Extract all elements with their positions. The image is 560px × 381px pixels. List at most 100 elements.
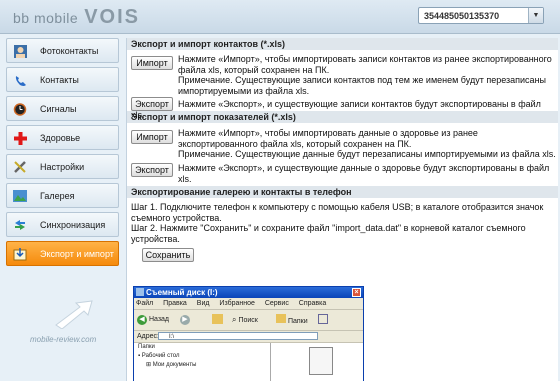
folder-tree-header: Папки — [138, 344, 155, 350]
health-import-desc: Нажмите «Импорт», чтобы импортировать да… — [178, 128, 556, 160]
file-icon[interactable] — [309, 347, 333, 375]
contacts-export-desc-end: xls. — [131, 110, 145, 120]
explorer-body: Папки ▪ Рабочий стол ⊞ Мои документы — [134, 343, 363, 381]
settings-tools-icon — [13, 160, 27, 174]
sidebar-item-label: Сигналы — [40, 104, 77, 114]
forward-arrow-icon: ▶ — [180, 315, 190, 325]
photo-contacts-icon — [13, 44, 27, 58]
main-panel: Экспорт и импорт контактов (*.xls) Импор… — [126, 38, 558, 381]
explorer-window: Съемный диск (I:) × Файл Правка Вид Избр… — [133, 286, 364, 381]
menu-tools[interactable]: Сервис — [265, 300, 289, 307]
file-list — [271, 343, 363, 381]
sidebar-item-contacts[interactable]: Контакты — [6, 67, 119, 92]
sidebar-item-label: Фотоконтакты — [40, 46, 99, 56]
forward-button[interactable]: ▶ — [180, 314, 190, 326]
health-export-button[interactable]: Экспорт — [131, 163, 173, 177]
phone-icon — [13, 73, 27, 87]
sidebar-item-sync[interactable]: Синхронизация — [6, 212, 119, 237]
sidebar-item-label: Контакты — [40, 75, 79, 85]
desc-line: экспортированного файла xls, который сох… — [178, 138, 412, 149]
contacts-import-button[interactable]: Импорт — [131, 56, 173, 70]
export-import-icon — [13, 247, 27, 261]
sidebar-item-label: Экспорт и импорт — [40, 249, 114, 259]
folder-tree: Папки ▪ Рабочий стол ⊞ Мои документы — [134, 343, 271, 381]
logo-text: bb mobile — [13, 10, 79, 26]
folders-label: Папки — [287, 318, 308, 325]
logo-brand: VOIS — [84, 6, 140, 28]
sidebar-item-label: Синхронизация — [40, 220, 106, 230]
sidebar-item-photo-contacts[interactable]: Фотоконтакты — [6, 38, 119, 63]
alarm-clock-icon — [13, 102, 27, 116]
sidebar-item-label: Галерея — [40, 191, 75, 201]
contacts-section-title: Экспорт и импорт контактов (*.xls) — [127, 38, 558, 50]
health-section: Импорт Нажмите «Импорт», чтобы импортиро… — [127, 123, 558, 186]
tree-item-my-documents[interactable]: ⊞ Мои документы — [134, 361, 270, 370]
explorer-toolbar: ◀ Назад ▶ ⌕ Поиск Папки — [134, 310, 363, 331]
step-line: Шаг 1. Подключите телефон к компьютеру с… — [131, 202, 544, 212]
desc-line: импортируемыми из файла xls. — [178, 85, 310, 96]
menu-view[interactable]: Вид — [197, 300, 210, 307]
drive-icon — [136, 288, 144, 296]
health-section-title: Экспорт и импорт показателей (*.xls) — [127, 111, 558, 123]
sidebar-item-export-import[interactable]: Экспорт и импорт — [6, 241, 119, 266]
desc-line: Нажмите «Импорт», чтобы импортировать да… — [178, 128, 478, 138]
sidebar-item-alarms[interactable]: Сигналы — [6, 96, 119, 121]
close-icon[interactable]: × — [352, 288, 361, 297]
health-export-desc: Нажмите «Экспорт», и существующие данные… — [178, 163, 549, 184]
explorer-menu: Файл Правка Вид Избранное Сервис Справка — [134, 298, 363, 310]
menu-help[interactable]: Справка — [299, 300, 326, 307]
health-import-button[interactable]: Импорт — [131, 130, 173, 144]
desc-line: файла xls, который сохранен на ПК. — [178, 64, 330, 75]
sidebar-item-gallery[interactable]: Галерея — [6, 183, 119, 208]
step-line: устройства. — [131, 233, 180, 244]
sidebar-item-health[interactable]: Здоровье — [6, 125, 119, 150]
desc-line: Примечание. Существующие данные будут пе… — [178, 149, 556, 159]
health-cross-icon — [13, 131, 27, 145]
contacts-export-desc: Нажмите «Экспорт», и существующие записи… — [178, 99, 541, 110]
explorer-titlebar: Съемный диск (I:) × — [134, 287, 363, 298]
contacts-section: Импорт Нажмите «Импорт», чтобы импортиро… — [127, 50, 558, 120]
views-icon — [318, 314, 328, 324]
search-label: Поиск — [238, 317, 258, 324]
menu-favorites[interactable]: Избранное — [219, 300, 254, 307]
explorer-address-bar: Адрес: I:\ — [134, 331, 363, 343]
app-logo: bb mobile VOIS — [13, 6, 140, 29]
step-line: Шаг 2. Нажмите "Сохранить" и сохраните ф… — [131, 223, 526, 233]
back-button[interactable]: ◀ Назад — [137, 314, 169, 326]
desc-line: Нажмите «Экспорт», и существующие записи… — [178, 99, 541, 109]
back-arrow-icon: ◀ — [137, 315, 147, 325]
sync-icon — [13, 218, 27, 232]
menu-file[interactable]: Файл — [136, 300, 153, 307]
tree-item-label: Рабочий стол — [141, 353, 180, 359]
explorer-title: Съемный диск (I:) — [146, 288, 218, 297]
contacts-import-desc: Нажмите «Импорт», чтобы импортировать за… — [178, 54, 552, 96]
chevron-down-icon[interactable]: ▼ — [528, 8, 543, 23]
address-input[interactable]: I:\ — [158, 332, 318, 340]
tree-item-desktop[interactable]: ▪ Рабочий стол — [134, 352, 270, 361]
search-button[interactable]: ⌕ Поиск — [232, 314, 258, 326]
save-button[interactable]: Сохранить — [142, 248, 194, 262]
search-icon: ⌕ — [232, 315, 237, 324]
back-label: Назад — [148, 316, 170, 323]
sidebar: Фотоконтакты Контакты Сигналы Здоровье Н… — [6, 38, 119, 270]
folders-icon — [276, 314, 286, 323]
sidebar-item-settings[interactable]: Настройки — [6, 154, 119, 179]
step-line: съемного устройства. — [131, 212, 222, 223]
app-header: bb mobile VOIS 354485050135370 ▼ — [0, 0, 560, 34]
gallery-icon — [13, 189, 27, 203]
sidebar-item-label: Настройки — [40, 162, 85, 172]
menu-edit[interactable]: Правка — [163, 300, 187, 307]
desc-line: xls. — [178, 173, 192, 184]
contacts-export-button[interactable]: Экспорт — [131, 97, 173, 111]
watermark-text: mobile-review.com — [30, 335, 97, 344]
sidebar-item-label: Здоровье — [40, 133, 81, 143]
folders-button[interactable]: Папки — [276, 314, 308, 326]
desc-line: Примечание. Существующие записи контакто… — [178, 75, 547, 85]
step-1: Шаг 1. Подключите телефон к компьютеру с… — [127, 198, 558, 244]
views-button[interactable] — [318, 314, 328, 326]
tree-item-label: Мои документы — [152, 362, 197, 368]
phone-export-section-title: Экспортирование галерею и контакты в тел… — [127, 186, 558, 198]
device-select[interactable]: 354485050135370 ▼ — [418, 7, 544, 24]
up-folder-button[interactable] — [212, 314, 223, 326]
device-id: 354485050135370 — [424, 11, 500, 21]
